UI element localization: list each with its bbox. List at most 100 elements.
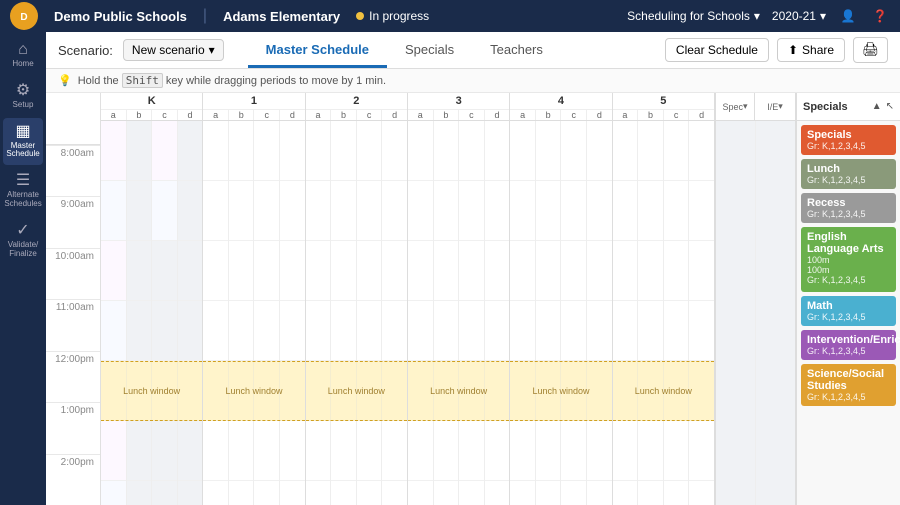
share-button[interactable]: ⬆ Share [777,38,845,62]
section-col-ka[interactable] [101,121,127,505]
section-col-4a[interactable] [510,121,536,505]
special-card-lunch[interactable]: LunchGr: K,1,2,3,4,5 [801,159,896,189]
scenario-label: Scenario: [58,43,113,58]
grade-header-4: 4 a b c d [510,93,612,120]
section-col-2b[interactable] [331,121,357,505]
section-col-1a[interactable] [203,121,229,505]
sidebar-item-label: Setup [13,101,34,110]
ie-col[interactable] [756,121,796,505]
section-col-2a[interactable] [306,121,332,505]
top-nav: D Demo Public Schools | Adams Elementary… [0,0,900,32]
special-card-recess[interactable]: RecessGr: K,1,2,3,4,5 [801,193,896,223]
section-col-5d[interactable] [689,121,714,505]
sidebar-item-label: Home [12,60,33,69]
print-button[interactable]: 🖨 [853,37,888,63]
section-col-kd[interactable] [178,121,203,505]
section-col-4b[interactable] [536,121,562,505]
grade-col-1: Lunch window [203,121,305,505]
section-col-5b[interactable] [638,121,664,505]
status-badge: In progress [356,9,429,23]
scheduling-tool-dropdown[interactable]: Scheduling for Schools ▾ [627,9,760,23]
tab-specials[interactable]: Specials [387,34,472,68]
grade-col-3: Lunch window [408,121,510,505]
section-col-kc[interactable] [152,121,178,505]
section-col-4d[interactable] [587,121,612,505]
section-col-1d[interactable] [280,121,305,505]
grade-col-2: Lunch window [306,121,408,505]
ie-header[interactable]: I/E ▾ [755,93,795,120]
sidebar-item-label: Alternate Schedules [4,191,41,209]
info-bar: 💡 Hold the Shift key while dragging peri… [46,69,900,93]
help-icon[interactable]: ❓ [870,6,890,26]
sidebar-item-home[interactable]: ⌂Home [3,36,43,75]
section-col-5c[interactable] [664,121,690,505]
extra-cols [715,121,795,505]
section-col-1c[interactable] [254,121,280,505]
grid-container: K a b c d 1 a [101,93,795,505]
specials-panel-header: Specials ▲ ↖ [797,93,900,121]
clear-schedule-button[interactable]: Clear Schedule [665,38,769,62]
time-slot-800: 8:00am [46,145,100,196]
special-card-specials[interactable]: SpecialsGr: K,1,2,3,4,5 [801,125,896,155]
card-title-specials: Specials [807,129,890,141]
section-col-kb[interactable] [127,121,153,505]
card-sub-math: Gr: K,1,2,3,4,5 [807,312,890,322]
card-sub-english-language-arts: 100m100mGr: K,1,2,3,4,5 [807,255,890,285]
section-col-3d[interactable] [485,121,510,505]
user-icon[interactable]: 👤 [838,6,858,26]
section-col-3b[interactable] [434,121,460,505]
scroll-up-icon[interactable]: ▲ [872,101,882,112]
chevron-down-icon: ▾ [743,101,748,112]
section-col-2d[interactable] [382,121,407,505]
special-card-intervention-enrichment[interactable]: Intervention/EnrichmentGr: K,1,2,3,4,5 [801,330,896,360]
section-col-3c[interactable] [459,121,485,505]
card-title-intervention-enrichment: Intervention/Enrichment [807,334,890,346]
master-schedule-icon: ▦ [15,124,30,140]
time-slot-100: 1:00pm [46,402,100,453]
grade-columns: Lunch window Lunch window [101,121,715,505]
section-col-3a[interactable] [408,121,434,505]
chevron-down-icon: ▾ [754,9,760,23]
validate-finalize-icon: ✓ [16,223,29,239]
extra-col-headers: Spec ▾ I/E ▾ [715,93,795,120]
card-title-recess: Recess [807,197,890,209]
campus-name[interactable]: Adams Elementary [223,9,340,24]
sidebar-item-setup[interactable]: ⚙Setup [3,77,43,116]
time-slot-1100: 11:00am [46,299,100,350]
specials-scroll: SpecialsGr: K,1,2,3,4,5LunchGr: K,1,2,3,… [797,121,900,505]
special-card-math[interactable]: MathGr: K,1,2,3,4,5 [801,296,896,326]
card-title-english-language-arts: English Language Arts [807,231,890,255]
sidebar-item-validate-finalize[interactable]: ✓Validate/ Finalize [3,217,43,265]
nav-right: Scheduling for Schools ▾ 2020-21 ▾ 👤 ❓ [627,6,890,26]
special-card-english-language-arts[interactable]: English Language Arts100m100mGr: K,1,2,3… [801,227,896,292]
section-col-1b[interactable] [229,121,255,505]
scenario-select[interactable]: New scenario ▾ [123,39,224,61]
tab-master-schedule[interactable]: Master Schedule [248,34,387,68]
time-slot-900: 9:00am [46,196,100,247]
sidebar-item-alternate-schedules[interactable]: ☰Alternate Schedules [3,167,43,215]
main-content: Scenario: New scenario ▾ Master Schedule… [46,32,900,505]
tab-teachers[interactable]: Teachers [472,34,561,68]
grid-body: Lunch window Lunch window [101,121,795,505]
section-col-2c[interactable] [357,121,383,505]
section-col-5a[interactable] [613,121,639,505]
year-dropdown[interactable]: 2020-21 ▾ [772,9,826,23]
spec-col[interactable] [716,121,756,505]
section-col-4c[interactable] [561,121,587,505]
card-sub-lunch: Gr: K,1,2,3,4,5 [807,175,890,185]
time-column: 8:00am 9:00am 10:00am 11:00am 12:00pm 1:… [46,93,101,505]
card-sub-science-social-studies: Gr: K,1,2,3,4,5 [807,392,890,402]
spec-header[interactable]: Spec ▾ [715,93,755,120]
grade-col-4: Lunch window [510,121,612,505]
sidebar: ⌂Home⚙Setup▦Master Schedule☰Alternate Sc… [0,32,46,505]
grade-headers: K a b c d 1 a [101,93,715,120]
sidebar-item-master-schedule[interactable]: ▦Master Schedule [3,118,43,166]
svg-text:D: D [20,12,27,23]
card-title-lunch: Lunch [807,163,890,175]
status-dot [356,12,364,20]
grade-col-k: Lunch window [101,121,203,505]
info-text: Hold the Shift key while dragging period… [78,74,386,87]
chevron-down-icon: ▾ [778,101,783,112]
share-icon: ⬆ [788,43,798,57]
special-card-science-social-studies[interactable]: Science/Social StudiesGr: K,1,2,3,4,5 [801,364,896,406]
